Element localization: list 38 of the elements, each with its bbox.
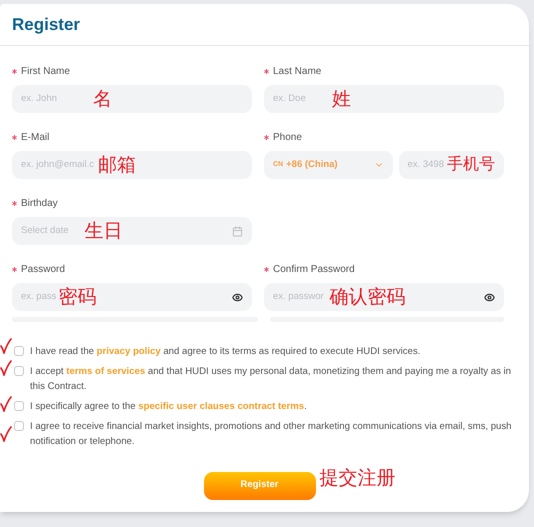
phone-field[interactable]: ex. 3498 手机号: [398, 151, 504, 179]
field-label: Password: [21, 262, 65, 276]
text-field[interactable]: ex. john@email.c 邮箱: [12, 151, 252, 179]
field-label: Last Name: [273, 64, 322, 78]
agreement-text: I accept terms of services and that HUDI uses my personal data, monetizing them and paying me a royalty as in this Contract.: [30, 365, 512, 394]
handwritten-note: 邮箱: [98, 156, 136, 174]
register-button[interactable]: Register: [204, 472, 316, 500]
checkbox[interactable]: [14, 401, 24, 411]
date-field[interactable]: Select date 生日: [12, 217, 252, 245]
handwritten-note: 确认密码: [330, 288, 406, 306]
tick-mark-icon: [0, 338, 12, 354]
field-label: First Name: [21, 64, 70, 78]
password-field[interactable]: ex. passwor 确认密码: [264, 283, 504, 311]
text-field[interactable]: ex. Doe 姓: [264, 85, 504, 113]
eye-icon[interactable]: [232, 292, 243, 302]
field-label: Phone: [273, 130, 302, 144]
handwritten-note: 名: [92, 90, 112, 108]
tick-mark-icon: [0, 396, 12, 412]
field-label: Birthday: [21, 196, 58, 210]
checkbox[interactable]: [14, 421, 24, 431]
agreement-text: I agree to receive financial market insights, promotions and other marketing communications via email, sms, push notification or telephone.: [30, 420, 513, 449]
tick-mark-icon: [0, 360, 12, 376]
handwritten-note: 密码: [58, 288, 96, 306]
handwritten-note: 手机号: [447, 157, 495, 173]
agreement-text: I specifically agree to the specific user clauses contract terms.: [30, 400, 307, 414]
checkbox[interactable]: [14, 366, 24, 376]
checkbox[interactable]: [14, 346, 24, 356]
handwritten-note: 生日: [84, 222, 123, 240]
calendar-icon: [232, 226, 243, 236]
form-title: Register: [12, 14, 80, 36]
eye-icon[interactable]: [484, 292, 495, 302]
tick-mark-icon: [0, 426, 12, 442]
handwritten-note: 姓: [332, 90, 351, 108]
handwritten-note: 提交注册: [320, 469, 396, 488]
text-field[interactable]: ex. John 名: [12, 85, 252, 113]
agreement-text: I have read the privacy policy and agree to its terms as required to execute HUDI services.: [30, 345, 420, 359]
field-label: Confirm Password: [273, 262, 355, 276]
field-label: E-Mail: [21, 130, 50, 144]
